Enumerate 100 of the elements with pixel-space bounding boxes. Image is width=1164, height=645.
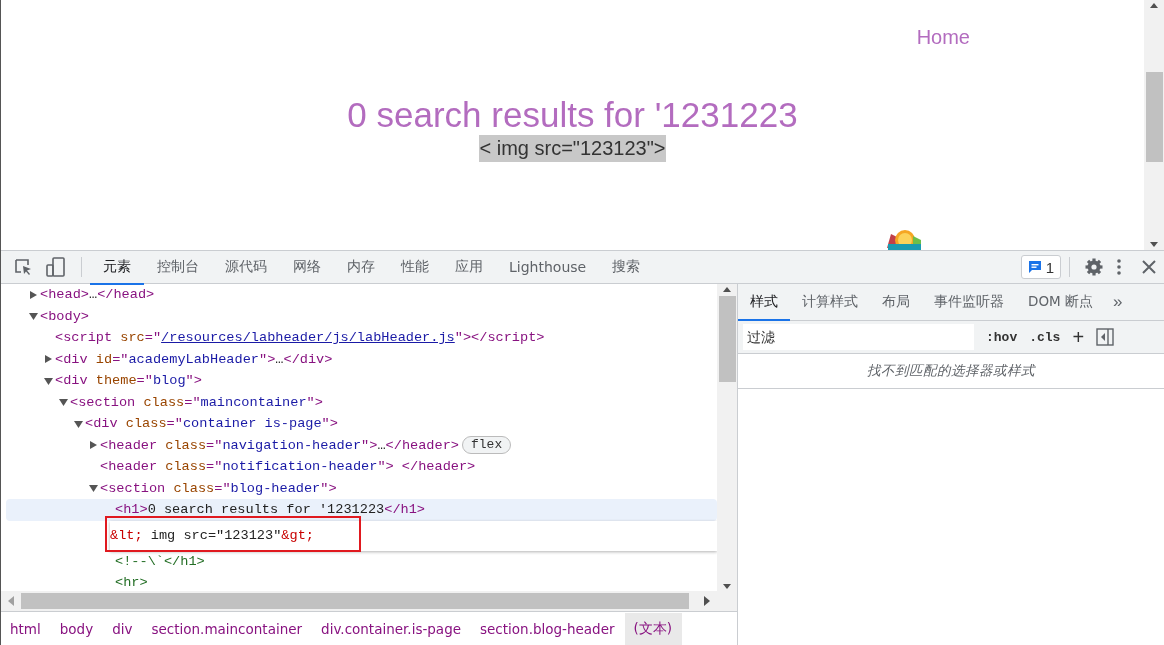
- code-comment: <!--\`</h1>: [115, 553, 205, 569]
- breadcrumb-item[interactable]: div: [103, 612, 143, 645]
- class-toggle-button[interactable]: .cls: [1029, 329, 1061, 345]
- message-icon: [1027, 260, 1042, 274]
- tag-name: </h1>: [384, 502, 425, 518]
- attribute-value: blog-header: [230, 480, 321, 496]
- more-tabs-button[interactable]: »: [1106, 291, 1129, 313]
- node-text: …: [88, 287, 98, 303]
- tag-name: ">: [259, 351, 276, 367]
- attribute-name: id: [94, 351, 113, 367]
- tag-name: =": [112, 351, 129, 367]
- filter-field[interactable]: 过滤: [743, 324, 974, 350]
- devtools-tab[interactable]: 性能: [388, 251, 442, 285]
- breadcrumb-item[interactable]: html: [1, 612, 51, 645]
- tag-name: "></script>: [454, 330, 545, 346]
- tag-name: =": [206, 459, 223, 475]
- attribute-value: notification-header: [222, 459, 378, 475]
- node-text: …: [275, 351, 284, 367]
- more-options-icon[interactable]: [1116, 258, 1122, 276]
- selected-dom-row[interactable]: <h1>0 search results for '1231223</h1>: [6, 499, 717, 521]
- sidebar-tab[interactable]: DOM 断点: [1016, 285, 1105, 321]
- tag-name: <header: [100, 437, 158, 453]
- tag-name: <head>: [40, 287, 89, 303]
- expanded-arrow-icon[interactable]: [58, 397, 70, 408]
- scrollbar-thumb[interactable]: [718, 296, 736, 382]
- devtools-tab[interactable]: 搜索: [599, 251, 654, 285]
- tag-name: =": [166, 416, 183, 432]
- new-rule-button[interactable]: +: [1072, 325, 1085, 349]
- attribute-name: class: [164, 459, 207, 475]
- flex-badge[interactable]: flex: [462, 436, 512, 455]
- tag-name: <header: [100, 459, 158, 475]
- sidebar-tab[interactable]: 计算样式: [790, 285, 870, 321]
- tag-name: <body>: [40, 308, 89, 324]
- sidebar-toggle-icon[interactable]: [1096, 328, 1115, 346]
- expanded-arrow-icon[interactable]: [28, 311, 40, 322]
- tag-name: <div: [55, 351, 88, 367]
- horizontal-scrollbar[interactable]: [1, 591, 737, 611]
- issues-button[interactable]: 1: [1020, 255, 1061, 279]
- attribute-name: theme: [94, 373, 137, 389]
- tag-name: ">: [361, 437, 378, 453]
- scrollbar-thumb[interactable]: [21, 593, 689, 609]
- expanded-arrow-icon[interactable]: [43, 375, 55, 386]
- tag-name: </head>: [97, 287, 155, 303]
- hover-state-button[interactable]: :hov: [986, 329, 1018, 345]
- breadcrumb-item[interactable]: section.maincontainer: [142, 612, 313, 645]
- attribute-name: class: [124, 416, 167, 432]
- search-term-text: < img src="123123">: [478, 135, 667, 162]
- attribute-value: navigation-header: [222, 437, 362, 453]
- html-entity: &gt;: [281, 528, 314, 543]
- attribute-name: class: [164, 437, 207, 453]
- tag-name: <h1>: [115, 502, 148, 518]
- scrollbar-thumb[interactable]: [1145, 72, 1163, 162]
- node-text: 0 search results for '1231223: [147, 502, 385, 518]
- breadcrumb-item[interactable]: section.blog-header: [471, 612, 625, 645]
- attribute-name: class: [142, 394, 185, 410]
- devtools-tab[interactable]: 控制台: [144, 251, 212, 285]
- devtools-tab[interactable]: 源代码: [212, 251, 280, 285]
- attribute-name: src: [119, 330, 145, 346]
- breadcrumb-item[interactable]: body: [50, 612, 104, 645]
- source-link[interactable]: /resources/labheader/js/labHeader.js: [161, 330, 455, 346]
- tag-name: =": [144, 330, 162, 346]
- breadcrumb-item[interactable]: (文本): [624, 612, 683, 645]
- tag-name: =": [184, 394, 201, 410]
- tag-name: <div: [55, 373, 88, 389]
- close-icon[interactable]: [1142, 260, 1156, 274]
- node-text: img src="123123": [149, 528, 282, 543]
- tag-name: <div: [85, 416, 118, 432]
- tag-name: =": [206, 437, 223, 453]
- tag-name: =": [136, 373, 153, 389]
- attribute-name: class: [172, 480, 215, 496]
- sidebar-tab[interactable]: 事件监听器: [922, 285, 1016, 321]
- page-scrollbar[interactable]: [1144, 0, 1164, 250]
- attribute-value: academyLabHeader: [128, 351, 259, 367]
- tag-name: ">: [306, 394, 323, 410]
- breadcrumb-item[interactable]: div.container.is-page: [312, 612, 472, 645]
- inspect-icon[interactable]: [13, 257, 33, 277]
- expanded-arrow-icon[interactable]: [73, 418, 85, 429]
- attribute-value: container is-page: [182, 416, 322, 432]
- devtools-tab[interactable]: 网络: [280, 251, 334, 285]
- attribute-value: blog: [152, 373, 186, 389]
- settings-icon[interactable]: [1084, 257, 1104, 277]
- tag-name: ">: [185, 373, 202, 389]
- devtools-tab[interactable]: 元素: [90, 251, 144, 285]
- tag-name: <section: [70, 394, 136, 410]
- home-link[interactable]: Home: [916, 26, 970, 49]
- sidebar-tab[interactable]: 布局: [870, 285, 922, 321]
- code-comment: <hr>: [115, 575, 148, 591]
- device-toggle-icon[interactable]: [45, 256, 67, 278]
- tag-name: </div>: [283, 351, 333, 367]
- expanded-arrow-icon[interactable]: [88, 483, 100, 494]
- tag-name: "> </header>: [377, 459, 476, 475]
- devtools-tab[interactable]: 内存: [334, 251, 388, 285]
- devtools-tab[interactable]: Lighthouse: [496, 251, 600, 285]
- tag-name: ">: [321, 416, 338, 432]
- tag-name: </header>: [385, 437, 459, 453]
- empty-styles-message: 找不到匹配的选择器或样式: [738, 354, 1164, 389]
- tag-name: ">: [320, 480, 337, 496]
- dom-tree-scrollbar[interactable]: [717, 284, 737, 592]
- devtools-tab[interactable]: 应用: [442, 251, 496, 285]
- page-heading: 0 search results for '1231223: [347, 95, 798, 135]
